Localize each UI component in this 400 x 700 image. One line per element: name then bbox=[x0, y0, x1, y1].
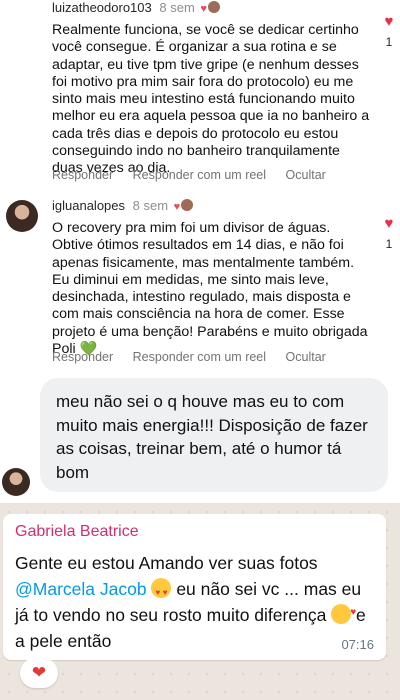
comment-username[interactable]: luizatheodoro103 bbox=[52, 0, 152, 15]
whatsapp-message-bubble[interactable]: Gabriela Beatrice Gente eu estou Amando … bbox=[3, 514, 386, 660]
chat-message-text: meu não sei o q houve mas eu to com muit… bbox=[56, 392, 368, 482]
reply-button[interactable]: Responder bbox=[52, 168, 113, 182]
avatar[interactable] bbox=[6, 200, 38, 232]
creator-liked-heart-icon: ♥ bbox=[200, 3, 207, 15]
comment-time: 8 sem bbox=[159, 0, 195, 15]
comment-time: 8 sem bbox=[132, 198, 169, 213]
comment-actions: Responder Responder com um reel Ocultar bbox=[52, 350, 342, 364]
hide-button[interactable]: Ocultar bbox=[286, 168, 326, 182]
message-text: Gente eu estou Amando ver suas fotos @Ma… bbox=[15, 550, 375, 654]
comment-header: luizatheodoro103 8 sem ♥ bbox=[52, 0, 220, 15]
comment-username[interactable]: igluanalopes bbox=[52, 198, 125, 213]
comment-actions: Responder Responder com um reel Ocultar bbox=[52, 168, 342, 182]
message-sender: Gabriela Beatrice bbox=[15, 523, 139, 540]
comment-like[interactable]: ♥ 1 bbox=[382, 216, 396, 251]
comment-header: igluanalopes 8 sem ♥ bbox=[52, 198, 194, 213]
like-count: 1 bbox=[385, 35, 393, 49]
comment-text: Realmente funciona, se você se dedicar c… bbox=[52, 22, 370, 177]
creator-mini-avatar bbox=[207, 1, 220, 13]
message-text-part: Gente eu estou Amando ver suas fotos bbox=[15, 553, 318, 573]
creator-liked-heart-icon: ♥ bbox=[173, 201, 181, 213]
whatsapp-chat: Gabriela Beatrice Gente eu estou Amando … bbox=[0, 503, 400, 700]
mention-link[interactable]: @Marcela Jacob bbox=[15, 579, 147, 599]
like-heart-icon[interactable]: ♥ bbox=[382, 14, 396, 29]
message-time: 07:16 bbox=[341, 637, 374, 652]
chat-message-bubble: meu não sei o q houve mas eu to com muit… bbox=[40, 378, 388, 492]
reply-button[interactable]: Responder bbox=[52, 350, 113, 364]
comment-igluanalopes: igluanalopes 8 sem ♥ O recovery pra mim … bbox=[0, 196, 400, 371]
comment-text: O recovery pra mim foi um divisor de águ… bbox=[52, 220, 368, 358]
heart-eyes-emoji-icon bbox=[151, 578, 172, 606]
hide-button[interactable]: Ocultar bbox=[286, 350, 326, 364]
reaction-heart-icon[interactable]: ❤ bbox=[20, 658, 58, 688]
reply-with-reel-button[interactable]: Responder com um reel bbox=[133, 350, 266, 364]
creator-mini-avatar bbox=[181, 199, 194, 211]
reply-with-reel-button[interactable]: Responder com um reel bbox=[133, 168, 266, 182]
avatar bbox=[2, 468, 30, 496]
like-count: 1 bbox=[385, 237, 393, 251]
comment-luizatheodoro: luizatheodoro103 8 sem ♥ Realmente funci… bbox=[0, 0, 400, 190]
comment-like[interactable]: ♥ 1 bbox=[382, 14, 396, 49]
smiling-face-with-hearts-emoji-icon bbox=[331, 600, 356, 626]
like-heart-icon[interactable]: ♥ bbox=[382, 216, 396, 231]
